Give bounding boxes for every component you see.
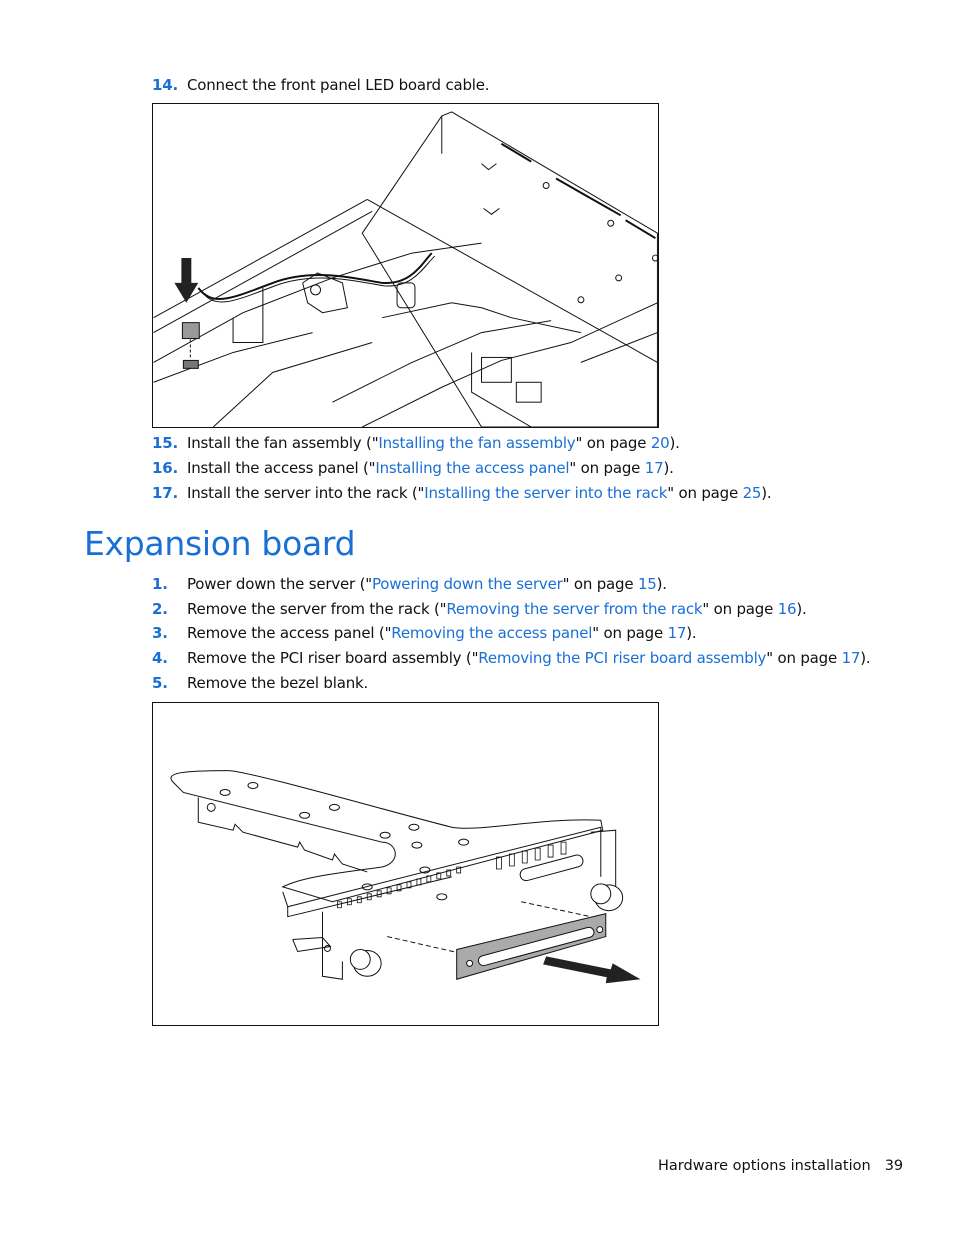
xref-link[interactable]: Powering down the server <box>372 575 563 593</box>
xref-link[interactable]: Installing the fan assembly <box>378 434 575 452</box>
led-cable-illustration <box>153 111 658 427</box>
step-text: " on page <box>569 459 645 477</box>
page-link[interactable]: 17 <box>668 624 687 642</box>
step-text: " on page <box>766 649 842 667</box>
step-text: ). <box>669 434 680 452</box>
page-link[interactable]: 25 <box>743 484 762 502</box>
step-text: ). <box>663 459 674 477</box>
bezel-blank-illustration <box>170 770 641 984</box>
step-14: 14. Connect the front panel LED board cab… <box>152 76 490 94</box>
step-16: 16. Install the access panel ("Installing… <box>152 459 674 477</box>
step-number: 2. <box>152 600 168 618</box>
step-4: 4. Remove the PCI riser board assembly ("… <box>152 649 871 667</box>
step-number: 15. <box>152 434 178 452</box>
page-link[interactable]: 17 <box>842 649 861 667</box>
page-link[interactable]: 17 <box>645 459 664 477</box>
step-text: Remove the PCI riser board assembly (" <box>187 649 479 667</box>
xref-link[interactable]: Installing the server into the rack <box>424 484 667 502</box>
section-heading: Expansion board <box>84 524 356 563</box>
xref-link[interactable]: Removing the access panel <box>391 624 592 642</box>
figure-bezel-blank <box>152 702 659 1026</box>
step-text: ). <box>656 575 667 593</box>
step-text: Connect the front panel LED board cable. <box>187 76 490 94</box>
step-text: ). <box>796 600 807 618</box>
step-number: 16. <box>152 459 178 477</box>
step-number: 14. <box>152 76 178 94</box>
step-text: " on page <box>592 624 668 642</box>
step-17: 17. Install the server into the rack ("In… <box>152 484 772 502</box>
step-text: Install the access panel (" <box>187 459 376 477</box>
xref-link[interactable]: Installing the access panel <box>375 459 569 477</box>
step-text: ). <box>860 649 871 667</box>
step-2: 2. Remove the server from the rack ("Remo… <box>152 600 807 618</box>
figure-led-cable <box>152 103 659 428</box>
xref-link[interactable]: Removing the server from the rack <box>446 600 702 618</box>
xref-link[interactable]: Removing the PCI riser board assembly <box>478 649 766 667</box>
step-text: Install the server into the rack (" <box>187 484 425 502</box>
step-text: Power down the server (" <box>187 575 372 593</box>
step-text: ). <box>761 484 772 502</box>
footer-section-title: Hardware options installation <box>658 1158 871 1174</box>
page-link[interactable]: 16 <box>778 600 797 618</box>
page-link[interactable]: 20 <box>651 434 670 452</box>
step-number: 17. <box>152 484 178 502</box>
step-number: 5. <box>152 674 168 692</box>
step-text: Remove the bezel blank. <box>187 674 369 692</box>
step-text: Install the fan assembly (" <box>187 434 379 452</box>
page-number: 39 <box>884 1158 904 1174</box>
step-3: 3. Remove the access panel ("Removing the… <box>152 624 697 642</box>
step-text: " on page <box>702 600 778 618</box>
step-5: 5. Remove the bezel blank. <box>152 674 368 692</box>
step-15: 15. Install the fan assembly ("Installing… <box>152 434 680 452</box>
step-text: " on page <box>667 484 743 502</box>
step-text: ). <box>686 624 697 642</box>
step-1: 1. Power down the server ("Powering down … <box>152 575 667 593</box>
page-footer: Hardware options installation 39 <box>658 1158 903 1174</box>
step-text: Remove the access panel (" <box>187 624 392 642</box>
step-text: " on page <box>575 434 651 452</box>
step-number: 4. <box>152 649 168 667</box>
page-link[interactable]: 15 <box>638 575 657 593</box>
step-number: 3. <box>152 624 168 642</box>
step-number: 1. <box>152 575 168 593</box>
step-text: " on page <box>562 575 638 593</box>
step-text: Remove the server from the rack (" <box>187 600 447 618</box>
